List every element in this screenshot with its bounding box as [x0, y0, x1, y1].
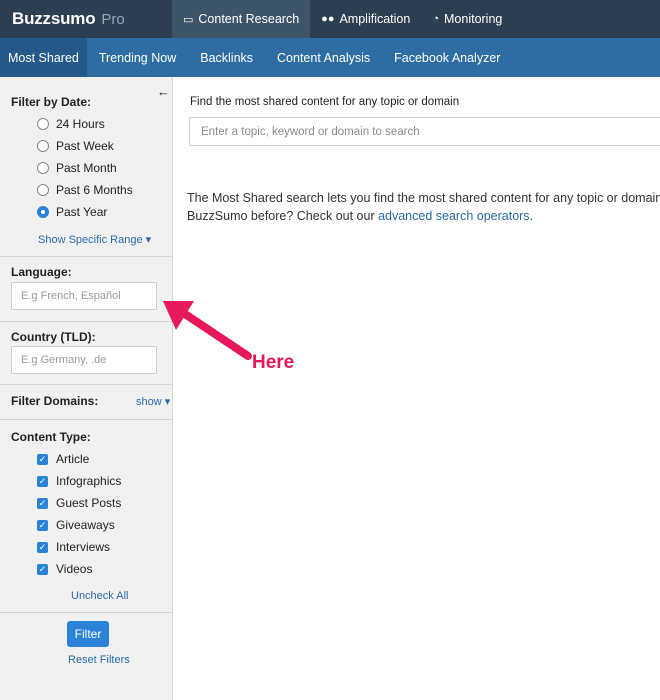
checkbox-label: Interviews	[56, 540, 111, 554]
tab-facebook-analyzer[interactable]: Facebook Analyzer	[382, 38, 512, 77]
radio-label: Past Month	[56, 161, 117, 175]
topnav-label: Monitoring	[444, 12, 503, 26]
content-type-guest-posts[interactable]: ✓ Guest Posts	[37, 496, 121, 510]
radio-button[interactable]	[37, 140, 49, 152]
radio-button[interactable]	[37, 184, 49, 196]
date-option-past-6-months[interactable]: Past 6 Months	[37, 183, 133, 197]
filter-sidebar: ← Filter by Date: 24 Hours Past Week Pas…	[0, 77, 173, 700]
content-type-infographics[interactable]: ✓ Infographics	[37, 474, 121, 488]
topnav-amplification[interactable]: ●● Amplification	[310, 0, 421, 38]
radio-label: Past Year	[56, 205, 108, 219]
divider	[0, 256, 172, 257]
laptop-icon: ▭	[183, 13, 194, 26]
content-type-article[interactable]: ✓ Article	[37, 452, 89, 466]
divider	[0, 321, 172, 322]
brand-logo[interactable]: Buzzsumo Pro	[0, 0, 172, 38]
content-type-videos[interactable]: ✓ Videos	[37, 562, 92, 576]
radio-label: Past Week	[56, 139, 114, 153]
sub-nav: Most Shared Trending Now Backlinks Conte…	[0, 38, 660, 77]
checkbox-label: Article	[56, 452, 90, 466]
checkbox-checked[interactable]: ✓	[37, 541, 48, 553]
divider	[0, 612, 172, 613]
checkbox-label: Giveaways	[56, 518, 115, 532]
brand-name: Buzzsumo	[12, 9, 96, 28]
advanced-search-operators-link[interactable]: advanced search operators	[378, 209, 529, 223]
description-text: BuzzSumo before? Check out our	[187, 208, 379, 223]
radio-label: 24 Hours	[56, 117, 105, 131]
checkbox-label: Infographics	[56, 474, 122, 488]
topnav-content-research[interactable]: ▭ Content Research	[172, 0, 311, 38]
checkbox-checked[interactable]: ✓	[37, 563, 48, 575]
country-title: Country (TLD):	[11, 330, 96, 344]
language-title: Language:	[11, 265, 72, 279]
tab-backlinks[interactable]: Backlinks	[188, 38, 265, 77]
filter-domains-title: Filter Domains:	[11, 394, 99, 408]
divider	[0, 384, 172, 385]
date-filter-title: Filter by Date:	[11, 95, 92, 109]
dashboard-icon: ◔	[432, 13, 439, 25]
collapse-sidebar-icon[interactable]: ←	[157, 84, 170, 99]
tab-most-shared[interactable]: Most Shared	[0, 38, 87, 77]
radio-button[interactable]	[37, 162, 49, 174]
checkbox-checked[interactable]: ✓	[37, 497, 48, 509]
radio-label: Past 6 Months	[56, 183, 133, 197]
date-option-past-week[interactable]: Past Week	[37, 139, 114, 153]
radio-button[interactable]	[37, 118, 49, 130]
date-option-past-year[interactable]: Past Year	[37, 205, 107, 219]
annotation-here-label: Here	[252, 352, 295, 373]
brand-tier: Pro	[101, 10, 125, 28]
description-line: The Most Shared search lets you find the…	[187, 191, 660, 205]
topnav-monitoring[interactable]: ◔ Monitoring	[421, 0, 513, 38]
reset-filters-link[interactable]: Reset Filters	[68, 654, 130, 666]
filter-button[interactable]: Filter	[67, 621, 109, 647]
checkbox-checked[interactable]: ✓	[37, 475, 48, 487]
topnav-label: Content Research	[198, 12, 300, 26]
top-bar: Buzzsumo Pro ▭ Content Research ●● Ampli…	[0, 0, 660, 38]
checkbox-checked[interactable]: ✓	[37, 453, 48, 465]
language-input[interactable]	[11, 282, 157, 310]
radio-button-selected[interactable]	[37, 206, 49, 218]
show-domains-link[interactable]: show ▾	[136, 395, 170, 408]
search-label: Find the most shared content for any top…	[190, 96, 460, 108]
date-option-past-month[interactable]: Past Month	[37, 161, 117, 175]
show-specific-range-link[interactable]: Show Specific Range ▾	[38, 233, 151, 246]
tab-trending-now[interactable]: Trending Now	[87, 38, 188, 77]
search-input[interactable]	[189, 117, 660, 146]
topnav-label: Amplification	[339, 12, 411, 26]
description-text: .	[529, 208, 534, 223]
checkbox-checked[interactable]: ✓	[37, 519, 48, 531]
checkbox-label: Videos	[56, 562, 93, 576]
content-type-title: Content Type:	[11, 430, 91, 444]
uncheck-all-link[interactable]: Uncheck All	[71, 590, 128, 602]
most-shared-description: The Most Shared search lets you find the…	[187, 190, 660, 225]
description-line: BuzzSumo before? Check out our advanced …	[187, 208, 660, 226]
country-input[interactable]	[11, 346, 157, 374]
checkbox-label: Guest Posts	[56, 496, 122, 510]
content-type-giveaways[interactable]: ✓ Giveaways	[37, 518, 115, 532]
users-icon: ●●	[321, 13, 335, 25]
top-nav: ▭ Content Research ●● Amplification ◔ Mo…	[172, 0, 513, 38]
content-type-interviews[interactable]: ✓ Interviews	[37, 540, 110, 554]
date-option-24-hours[interactable]: 24 Hours	[37, 117, 105, 131]
divider	[0, 419, 172, 420]
tab-content-analysis[interactable]: Content Analysis	[265, 38, 382, 77]
